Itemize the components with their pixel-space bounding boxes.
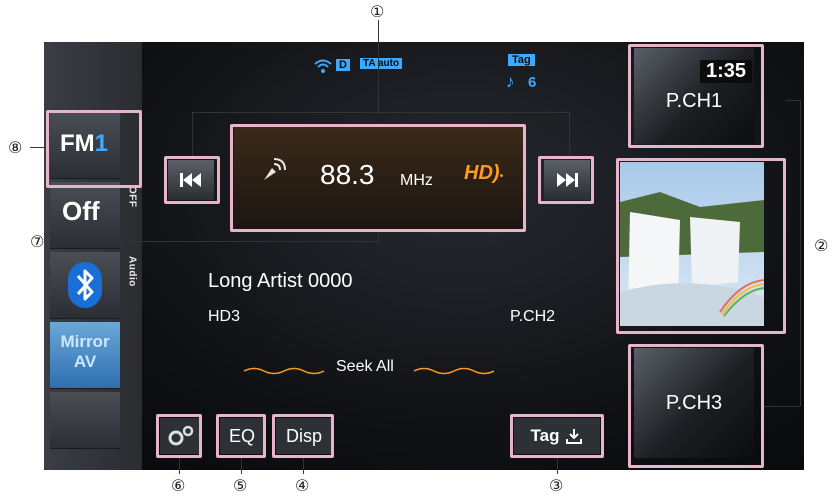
callout-line-8 [30,147,46,148]
music-note-icon: ♪ [506,72,515,91]
callout-4: ④ [295,478,310,495]
callout-8: ⑧ [8,140,23,157]
callout-6: ⑥ [171,478,186,495]
hd-channel: HD3 [208,308,241,325]
callout-box-frequency [230,124,526,232]
ta-auto-badge: TA auto [360,58,403,69]
source-sidebar: FM1 Off OFF Audio Mirror AV [44,42,142,470]
callout-line-1 [378,20,379,114]
tag-count: 6 [528,74,537,91]
callout-2: ② [814,238,829,255]
off-label: Off [62,196,100,226]
callout-line-7v [378,232,379,242]
callout-line-2t [786,100,800,101]
callout-3: ③ [549,478,564,495]
callout-box-source [46,110,142,188]
callout-line-2v [800,100,801,406]
off-source-button[interactable]: Off [50,182,120,249]
callout-box-disp [272,414,334,458]
audio-tab: Audio [126,256,138,287]
callout-box-preset3 [628,344,764,468]
callout-line-5 [241,458,242,474]
off-tab: OFF [126,186,138,208]
callout-7: ⑦ [30,234,45,251]
callout-box-prev [164,156,220,204]
bluetooth-icon [68,262,102,308]
callout-box-next [538,156,594,204]
callout-box-preset1 [628,44,764,148]
callout-line-3 [557,458,558,474]
callout-line-1r [569,112,570,156]
callout-line-1h [192,112,570,113]
mirror-av-source-button[interactable]: Mirror AV [50,322,120,389]
callout-box-art [616,158,786,334]
empty-source-slot [50,392,120,449]
mirror-label: Mirror [60,332,110,351]
wifi-icon [314,58,332,79]
seek-mode-button[interactable]: Seek All [336,358,394,376]
callout-box-eq [216,414,266,458]
signal-d-badge: D [336,59,350,71]
preset-channel-label: P.CH2 [510,308,556,325]
callout-line-2b [764,406,800,407]
callout-line-6 [179,458,180,474]
callout-1: ① [370,4,385,21]
callout-line-1l [192,112,193,156]
callout-line-7 [58,241,378,242]
callout-box-settings [156,414,202,458]
callout-box-tag [510,414,604,458]
artist-name: Long Artist 0000 [208,270,353,292]
callout-5: ⑤ [233,478,248,495]
tag-badge: Tag [508,54,535,66]
callout-line-4 [303,458,304,474]
bluetooth-source-button[interactable] [50,252,120,319]
av-label: AV [73,352,97,371]
